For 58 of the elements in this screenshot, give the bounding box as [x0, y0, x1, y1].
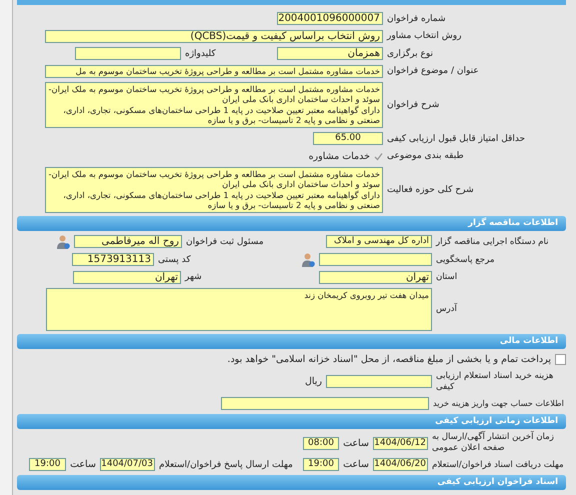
- field-label: مرجع پاسخگویی: [436, 254, 496, 265]
- section-header: اطلاعات مالی: [17, 334, 566, 350]
- field-label: طبقه بندی موضوعی: [387, 151, 465, 162]
- date-field[interactable]: 1404/06/20: [373, 458, 428, 472]
- field-label: نوع برگزاری: [387, 48, 434, 59]
- date-field[interactable]: 1404/07/03: [100, 458, 155, 472]
- field-label: اطلاعات حساب جهت واریز هزینه خرید: [433, 398, 565, 408]
- category-value: خدمات مشاوره: [308, 150, 370, 162]
- agency-field[interactable]: اداره کل مهندسی و املاک: [326, 235, 432, 248]
- person-icon[interactable]: [57, 234, 70, 249]
- treasury-checkbox[interactable]: [555, 354, 566, 366]
- registrar-field[interactable]: روح اله میرفاطمی: [74, 235, 182, 248]
- keyword-field[interactable]: [75, 47, 181, 60]
- city-field[interactable]: تهران: [73, 270, 181, 284]
- contact-reference-field[interactable]: [319, 253, 432, 266]
- field-label: روش انتخاب مشاور: [387, 31, 462, 42]
- field-label: استان: [436, 272, 458, 282]
- time-field[interactable]: 19:00: [303, 458, 339, 472]
- call-number-field[interactable]: 2004001096000007: [277, 12, 383, 26]
- subject-field[interactable]: خدمات مشاوره مشتمل است بر مطالعه و طراحی پروژهٔ تخریب ساختمان موسوم به مل: [45, 64, 383, 78]
- field-label: هزینه خرید اسناد استعلام ارزیابی کیفی: [436, 370, 554, 392]
- person-icon[interactable]: [302, 252, 315, 267]
- section-header: اسناد فراخوان ارزیابی کیفی: [17, 475, 566, 490]
- field-label: شرح کلی حوزه فعالیت: [387, 184, 475, 195]
- date-field[interactable]: 1404/06/12: [373, 436, 428, 450]
- field-label: حداقل امتیاز قابل قبول ارزیابی کیفی: [387, 134, 526, 144]
- activity-scope-area[interactable]: خدمات مشاوره مشتمل است بر مطالعه و طراحی پروژهٔ تخریب ساختمان موسوم به ملک ایران-سوئد و احداث ساختمان اداری بانک ملی ایران دارای گواهینامه معتبر تعیین صلاحیت در پایه 1 طراحی ساختمان‌های مسکونی، تجاری، اداری، صنعتی و نظامی و پایه 2 تاسیسات- برق و یا سازه: [45, 166, 383, 213]
- field-label: مهلت ارسال پاسخ فراخوان/استعلام: [159, 460, 294, 470]
- field-label: شرح فراخوان: [387, 100, 440, 110]
- field-label: زمان آخرین انتشار آگهی/ارسال به صفحه اعلان عمومی: [432, 432, 555, 454]
- field-label: مهلت دریافت اسناد فراخوان/استعلام: [432, 460, 565, 470]
- field-label: کد پستی: [158, 254, 192, 265]
- time-label: ساعت: [343, 438, 369, 449]
- holding-type-field[interactable]: همزمان: [277, 47, 383, 60]
- document-fee-field[interactable]: [326, 375, 432, 388]
- field-label: کلیدواژه: [185, 48, 217, 59]
- time-field[interactable]: 08:00: [303, 436, 339, 450]
- account-info-field[interactable]: [221, 396, 429, 410]
- section-header: اطلاعات زمانی ارزیابی کیفی: [17, 414, 566, 429]
- address-area[interactable]: میدان هفت تیر روبروی کریمخان زند: [46, 288, 432, 331]
- currency-label: ریال: [304, 376, 322, 387]
- time-label: ساعت: [70, 459, 96, 470]
- time-label: ساعت: [343, 459, 369, 470]
- field-label: مسئول ثبت فراخوان: [186, 236, 265, 247]
- postal-code-field[interactable]: 1573913113: [72, 253, 154, 266]
- description-area[interactable]: خدمات مشاوره مشتمل است بر مطالعه و طراحی پروژهٔ تخریب ساختمان موسوم به ملک ایران-سوئد و احداث ساختمان اداری بانک ملی ایران دارای گواهینامه معتبر تعیین صلاحیت در پایه 1 طراحی ساختمان‌های مسکونی، تجاری، اداری، صنعتی و نظامی و پایه 2 تاسیسات- برق و یا سازه: [45, 82, 383, 128]
- field-label: شهر: [185, 272, 203, 282]
- checkbox-label: پرداخت تمام و یا بخشی از مبلغ مناقصه، از محل "اسناد خزانه اسلامی" خواهد بود.: [227, 354, 551, 366]
- time-field[interactable]: 19:00: [29, 458, 66, 472]
- check-icon: [374, 152, 383, 161]
- selection-method-field[interactable]: روش انتخاب براساس کیفیت و قیمت(QCBS): [45, 30, 383, 43]
- province-field[interactable]: تهران: [319, 270, 432, 284]
- section-header: اطلاعات مناقصه گزار: [17, 216, 566, 232]
- field-label: نام دستگاه اجرایی مناقصه گزار: [436, 236, 550, 247]
- field-label: آدرس: [436, 304, 458, 314]
- min-score-field[interactable]: 65.00: [313, 132, 383, 146]
- field-label: شماره فراخوان: [387, 14, 446, 24]
- field-label: عنوان / موضوع فراخوان: [387, 66, 480, 76]
